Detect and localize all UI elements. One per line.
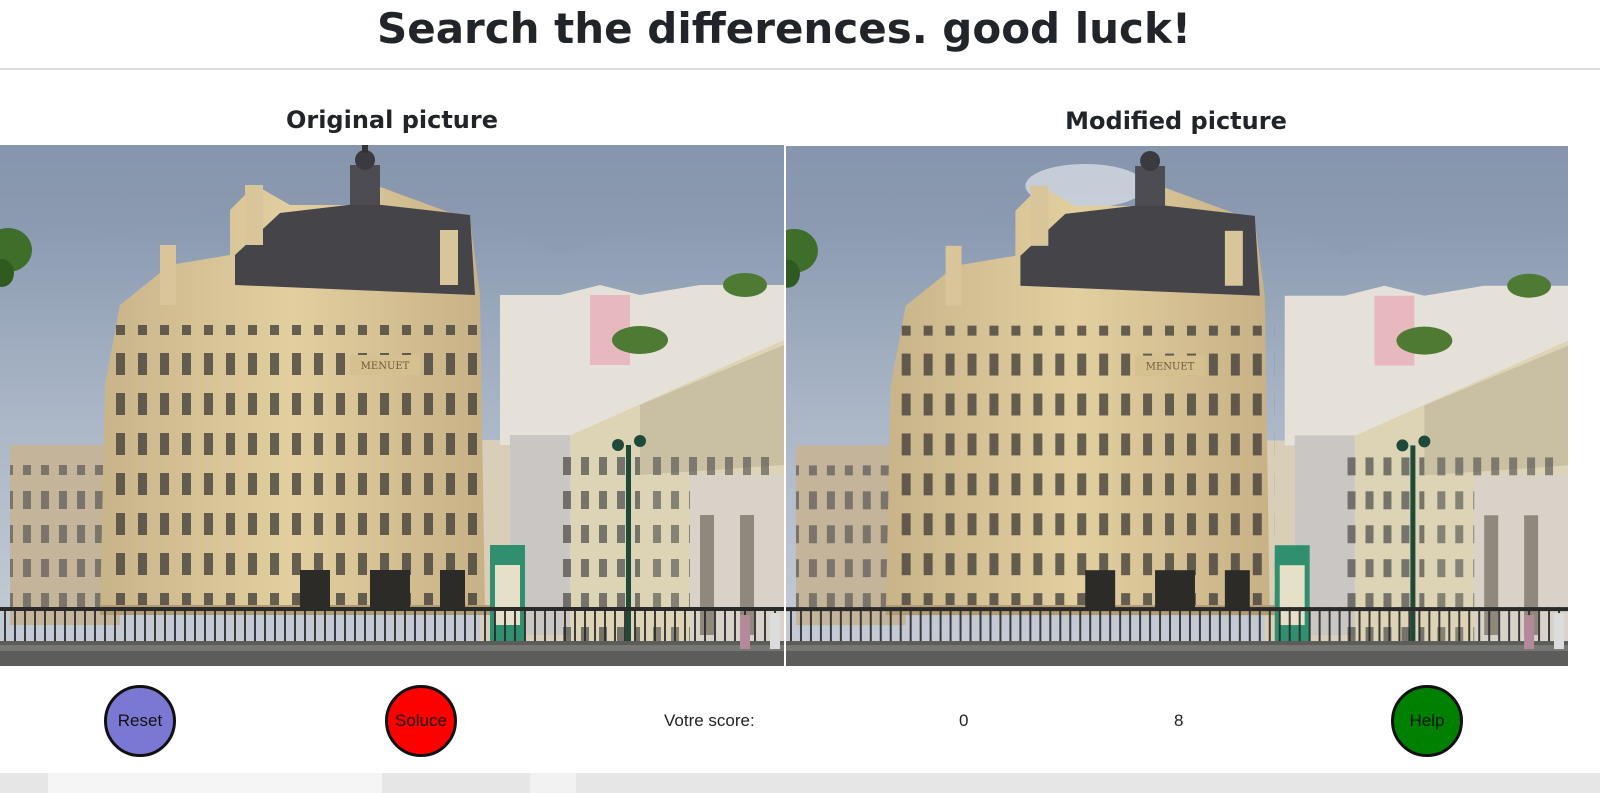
modified-picture-heading: Modified picture xyxy=(1065,107,1287,135)
help-button[interactable]: Help xyxy=(1391,685,1463,757)
scrollbar-segment xyxy=(530,773,576,793)
original-picture[interactable]: MENUET xyxy=(0,145,784,666)
street-building-photo: MENUET xyxy=(0,145,784,666)
reset-button[interactable]: Reset xyxy=(104,685,176,757)
page-title: Search the differences. good luck! xyxy=(376,4,1192,53)
scrollbar-thumb[interactable] xyxy=(48,773,382,793)
differences-total: 8 xyxy=(1174,711,1184,730)
street-building-photo-modified: MENUET xyxy=(786,146,1568,666)
svg-text:MENUET: MENUET xyxy=(1146,362,1195,373)
horizontal-scrollbar[interactable] xyxy=(0,773,1600,793)
score-value: 0 xyxy=(959,711,969,730)
modified-picture[interactable]: MENUET xyxy=(786,146,1568,666)
title-divider xyxy=(0,68,1600,70)
score-label: Votre score: xyxy=(664,711,755,730)
soluce-button[interactable]: Soluce xyxy=(385,685,457,757)
svg-text:MENUET: MENUET xyxy=(361,361,410,372)
original-picture-heading: Original picture xyxy=(285,106,499,134)
game-page: Search the differences. good luck! Origi… xyxy=(0,0,1600,793)
